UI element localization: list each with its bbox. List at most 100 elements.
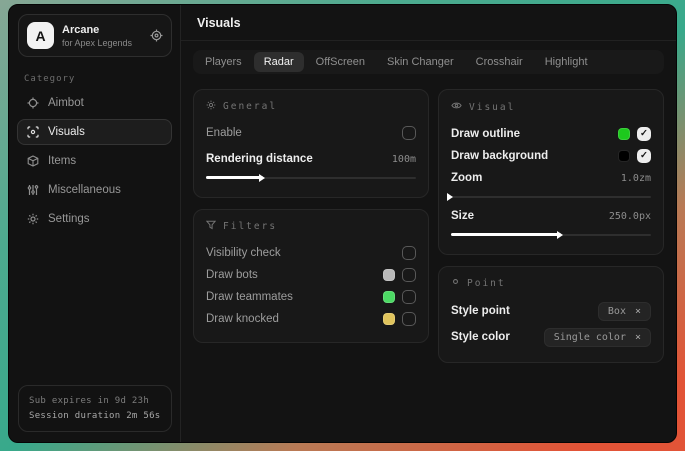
gear-sun-icon xyxy=(206,100,216,113)
slider-track xyxy=(451,196,651,198)
draw-teammates-row: Draw teammates xyxy=(206,286,416,308)
tab-highlight[interactable]: Highlight xyxy=(535,52,598,72)
draw-knocked-checkbox[interactable] xyxy=(402,312,416,326)
check-icon: ✓ xyxy=(640,151,648,161)
rendering-distance-row: Rendering distance 100m xyxy=(206,148,416,170)
general-card-header: General xyxy=(206,100,416,113)
style-point-label: Style point xyxy=(451,305,510,317)
sub-expires-text: Sub expires in 9d 23h xyxy=(29,394,161,408)
slider-thumb[interactable] xyxy=(557,231,563,239)
sidebar-item-settings[interactable]: Settings xyxy=(17,206,172,232)
left-column: General Enable Rendering distance 100m xyxy=(193,89,429,343)
close-icon[interactable]: × xyxy=(635,306,641,317)
gear-icon xyxy=(27,213,39,225)
draw-outline-checkbox[interactable]: ✓ xyxy=(637,127,651,141)
sidebar-item-label: Settings xyxy=(48,213,90,225)
point-card: Point Style point Box × Style color Sing… xyxy=(438,266,664,363)
general-card: General Enable Rendering distance 100m xyxy=(193,89,429,198)
dot-icon xyxy=(451,277,460,289)
crosshair-icon xyxy=(27,97,39,109)
style-color-label: Style color xyxy=(451,331,510,343)
draw-outline-row: Draw outline ✓ xyxy=(451,123,651,145)
sidebar: A Arcane for Apex Legends Category xyxy=(9,5,181,442)
sidebar-item-aimbot[interactable]: Aimbot xyxy=(17,90,172,116)
visual-card: Visual Draw outline ✓ Draw background xyxy=(438,89,664,255)
draw-knocked-color-swatch[interactable] xyxy=(383,313,395,325)
draw-teammates-checkbox[interactable] xyxy=(402,290,416,304)
zoom-label: Zoom xyxy=(451,172,482,184)
sidebar-nav: Aimbot Visuals Items xyxy=(9,90,180,232)
visibility-check-label: Visibility check xyxy=(206,247,281,259)
general-card-title: General xyxy=(223,101,277,112)
visual-card-header: Visual xyxy=(451,100,651,114)
slider-fill xyxy=(206,176,263,179)
enable-row: Enable xyxy=(206,122,416,144)
right-column: Visual Draw outline ✓ Draw background xyxy=(438,89,664,363)
app-meta: Arcane for Apex Legends xyxy=(62,24,142,48)
draw-background-label: Draw background xyxy=(451,150,548,162)
sidebar-category-label: Category xyxy=(24,74,180,84)
tab-bar: Players Radar OffScreen Skin Changer Cro… xyxy=(193,50,664,74)
draw-bots-row: Draw bots xyxy=(206,264,416,286)
app-subtitle: for Apex Legends xyxy=(62,38,142,48)
filters-card-header: Filters xyxy=(206,220,416,233)
app-header-card: A Arcane for Apex Legends xyxy=(18,14,172,57)
draw-outline-label: Draw outline xyxy=(451,128,520,140)
main-header: Visuals xyxy=(181,5,676,41)
sidebar-item-visuals[interactable]: Visuals xyxy=(17,119,172,145)
sidebar-item-items[interactable]: Items xyxy=(17,148,172,174)
subscription-info: Sub expires in 9d 23h Session duration 2… xyxy=(18,385,172,432)
scan-eye-icon xyxy=(27,126,39,138)
slider-thumb[interactable] xyxy=(447,193,453,201)
style-point-value: Box xyxy=(608,306,626,317)
tab-crosshair[interactable]: Crosshair xyxy=(466,52,533,72)
rendering-distance-label: Rendering distance xyxy=(206,153,313,165)
style-point-row: Style point Box × xyxy=(451,298,651,324)
sidebar-item-label: Aimbot xyxy=(48,97,84,109)
zoom-slider[interactable] xyxy=(451,192,651,202)
point-card-header: Point xyxy=(451,277,651,289)
point-card-title: Point xyxy=(467,278,506,289)
draw-teammates-color-swatch[interactable] xyxy=(383,291,395,303)
draw-outline-color-swatch[interactable] xyxy=(618,128,630,140)
sidebar-item-label: Visuals xyxy=(48,126,85,138)
size-slider[interactable] xyxy=(451,230,651,240)
draw-knocked-label: Draw knocked xyxy=(206,313,279,325)
session-duration-text: Session duration 2m 56s xyxy=(29,409,161,423)
size-row: Size 250.0px xyxy=(451,205,651,227)
sidebar-item-label: Items xyxy=(48,155,76,167)
style-point-select[interactable]: Box × xyxy=(598,302,651,321)
tab-radar[interactable]: Radar xyxy=(254,52,304,72)
draw-teammates-label: Draw teammates xyxy=(206,291,293,303)
sliders-icon xyxy=(27,184,39,196)
draw-bots-color-swatch[interactable] xyxy=(383,269,395,281)
draw-knocked-row: Draw knocked xyxy=(206,308,416,330)
funnel-icon xyxy=(206,220,216,233)
app-logo: A xyxy=(27,22,54,49)
draw-bots-label: Draw bots xyxy=(206,269,258,281)
close-icon[interactable]: × xyxy=(635,332,641,343)
sidebar-item-miscellaneous[interactable]: Miscellaneous xyxy=(17,177,172,203)
style-color-select[interactable]: Single color × xyxy=(544,328,651,347)
crosshair-target-icon[interactable] xyxy=(150,29,163,42)
size-label: Size xyxy=(451,210,474,222)
draw-bots-checkbox[interactable] xyxy=(402,268,416,282)
content-area: General Enable Rendering distance 100m xyxy=(181,74,676,378)
page-title: Visuals xyxy=(197,16,660,30)
tab-skin-changer[interactable]: Skin Changer xyxy=(377,52,464,72)
rendering-distance-slider[interactable] xyxy=(206,173,416,183)
draw-background-checkbox[interactable]: ✓ xyxy=(637,149,651,163)
slider-thumb[interactable] xyxy=(259,174,265,182)
size-value: 250.0px xyxy=(609,211,651,222)
slider-fill xyxy=(451,233,561,236)
zoom-row: Zoom 1.0zm xyxy=(451,167,651,189)
enable-label: Enable xyxy=(206,127,242,139)
sidebar-item-label: Miscellaneous xyxy=(48,184,121,196)
enable-checkbox[interactable] xyxy=(402,126,416,140)
tab-offscreen[interactable]: OffScreen xyxy=(306,52,375,72)
tab-players[interactable]: Players xyxy=(195,52,252,72)
zoom-value: 1.0zm xyxy=(621,173,651,184)
draw-background-color-swatch[interactable] xyxy=(618,150,630,162)
visibility-check-checkbox[interactable] xyxy=(402,246,416,260)
filters-card: Filters Visibility check Draw bots xyxy=(193,209,429,343)
